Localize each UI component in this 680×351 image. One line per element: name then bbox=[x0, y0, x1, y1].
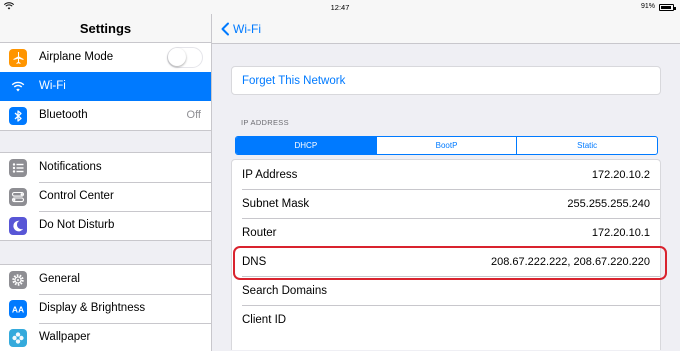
bluetooth-status-value: Off bbox=[186, 109, 201, 121]
segment-dhcp[interactable]: DHCP bbox=[236, 137, 376, 154]
row-label: IP Address bbox=[242, 169, 298, 181]
dns-row[interactable]: DNS 208.67.222.222, 208.67.220.220 bbox=[232, 247, 660, 276]
row-value: 172.20.10.1 bbox=[591, 227, 650, 239]
row-label: Client ID bbox=[242, 314, 287, 326]
sidebar-item-notifications[interactable]: Notifications bbox=[0, 153, 211, 182]
wifi-icon bbox=[9, 78, 27, 96]
sidebar-item-label: Bluetooth bbox=[39, 109, 88, 121]
back-button-label: Wi-Fi bbox=[233, 22, 261, 36]
ip-address-row: IP Address 172.20.10.2 bbox=[232, 160, 660, 189]
sidebar-item-label: Control Center bbox=[39, 190, 114, 202]
search-domains-row[interactable]: Search Domains bbox=[232, 276, 660, 305]
chevron-left-icon bbox=[221, 22, 229, 36]
sidebar-item-bluetooth[interactable]: Bluetooth Off bbox=[0, 101, 211, 130]
battery-icon bbox=[659, 4, 676, 11]
forget-network-card: Forget This Network bbox=[231, 66, 661, 95]
dns-value[interactable]: 208.67.222.222, 208.67.220.220 bbox=[491, 256, 650, 268]
display-icon: AA bbox=[9, 300, 27, 318]
sidebar-group-notifications: Notifications Control Center Do Not Dist… bbox=[0, 152, 211, 241]
status-bar: 12:47 91% bbox=[0, 0, 680, 14]
airplane-mode-toggle[interactable] bbox=[167, 47, 203, 68]
toggle-knob bbox=[168, 48, 186, 66]
moon-icon bbox=[9, 217, 27, 235]
sidebar-item-airplane-mode[interactable]: Airplane Mode bbox=[0, 43, 211, 72]
wifi-network-detail: Wi-Fi Forget This Network IP ADDRESS DHC… bbox=[212, 14, 680, 351]
sidebar-item-label: Airplane Mode bbox=[39, 51, 114, 63]
sidebar-item-control-center[interactable]: Control Center bbox=[0, 182, 211, 211]
notifications-icon bbox=[9, 159, 27, 177]
sidebar-item-label: Wallpaper bbox=[39, 331, 91, 343]
battery-percentage: 91% bbox=[640, 3, 655, 10]
ip-address-section-header: IP ADDRESS bbox=[241, 118, 289, 127]
segment-bootp[interactable]: BootP bbox=[375, 137, 517, 154]
sidebar-item-label: General bbox=[39, 273, 80, 285]
ip-settings-list: IP Address 172.20.10.2 Subnet Mask 255.2… bbox=[231, 159, 661, 350]
row-value: 172.20.10.2 bbox=[591, 169, 650, 181]
clock: 12:47 bbox=[330, 3, 350, 12]
row-label: DNS bbox=[242, 256, 267, 268]
segment-static[interactable]: Static bbox=[516, 137, 657, 154]
sidebar-item-wallpaper[interactable]: Wallpaper bbox=[0, 323, 211, 351]
nav-bar: Wi-Fi bbox=[212, 14, 680, 44]
sidebar-item-label: Display & Brightness bbox=[39, 302, 146, 314]
sidebar-item-label: Do Not Disturb bbox=[39, 219, 115, 231]
sidebar-group-connectivity: Airplane Mode Wi-Fi Bluetooth Off bbox=[0, 42, 211, 131]
row-label: Router bbox=[242, 227, 277, 239]
sidebar-item-do-not-disturb[interactable]: Do Not Disturb bbox=[0, 211, 211, 240]
row-label: Search Domains bbox=[242, 285, 328, 297]
wallpaper-icon bbox=[9, 329, 27, 347]
sidebar-title: Settings bbox=[79, 21, 132, 36]
airplane-icon bbox=[9, 49, 27, 67]
settings-sidebar: Settings Airplane Mode Wi-Fi Bluetooth O… bbox=[0, 14, 212, 351]
sidebar-item-wifi[interactable]: Wi-Fi bbox=[0, 72, 211, 101]
sidebar-header: Settings bbox=[0, 14, 211, 44]
forget-network-button[interactable]: Forget This Network bbox=[242, 75, 345, 87]
gear-icon bbox=[9, 271, 27, 289]
row-label: Subnet Mask bbox=[242, 198, 310, 210]
row-value: 255.255.255.240 bbox=[567, 198, 650, 210]
router-row: Router 172.20.10.1 bbox=[232, 218, 660, 247]
control-center-icon bbox=[9, 188, 27, 206]
client-id-row[interactable]: Client ID bbox=[232, 305, 660, 334]
bluetooth-icon bbox=[9, 107, 27, 125]
sidebar-item-general[interactable]: General bbox=[0, 265, 211, 294]
ip-mode-segmented-control: DHCP BootP Static bbox=[235, 136, 658, 155]
sidebar-item-label: Notifications bbox=[39, 161, 102, 173]
svg-text:AA: AA bbox=[12, 305, 24, 315]
back-button[interactable]: Wi-Fi bbox=[220, 20, 261, 38]
subnet-mask-row: Subnet Mask 255.255.255.240 bbox=[232, 189, 660, 218]
sidebar-item-display-brightness[interactable]: AA Display & Brightness bbox=[0, 294, 211, 323]
sidebar-item-label: Wi-Fi bbox=[39, 80, 66, 92]
sidebar-group-general: General AA Display & Brightness Wallpape… bbox=[0, 264, 211, 351]
